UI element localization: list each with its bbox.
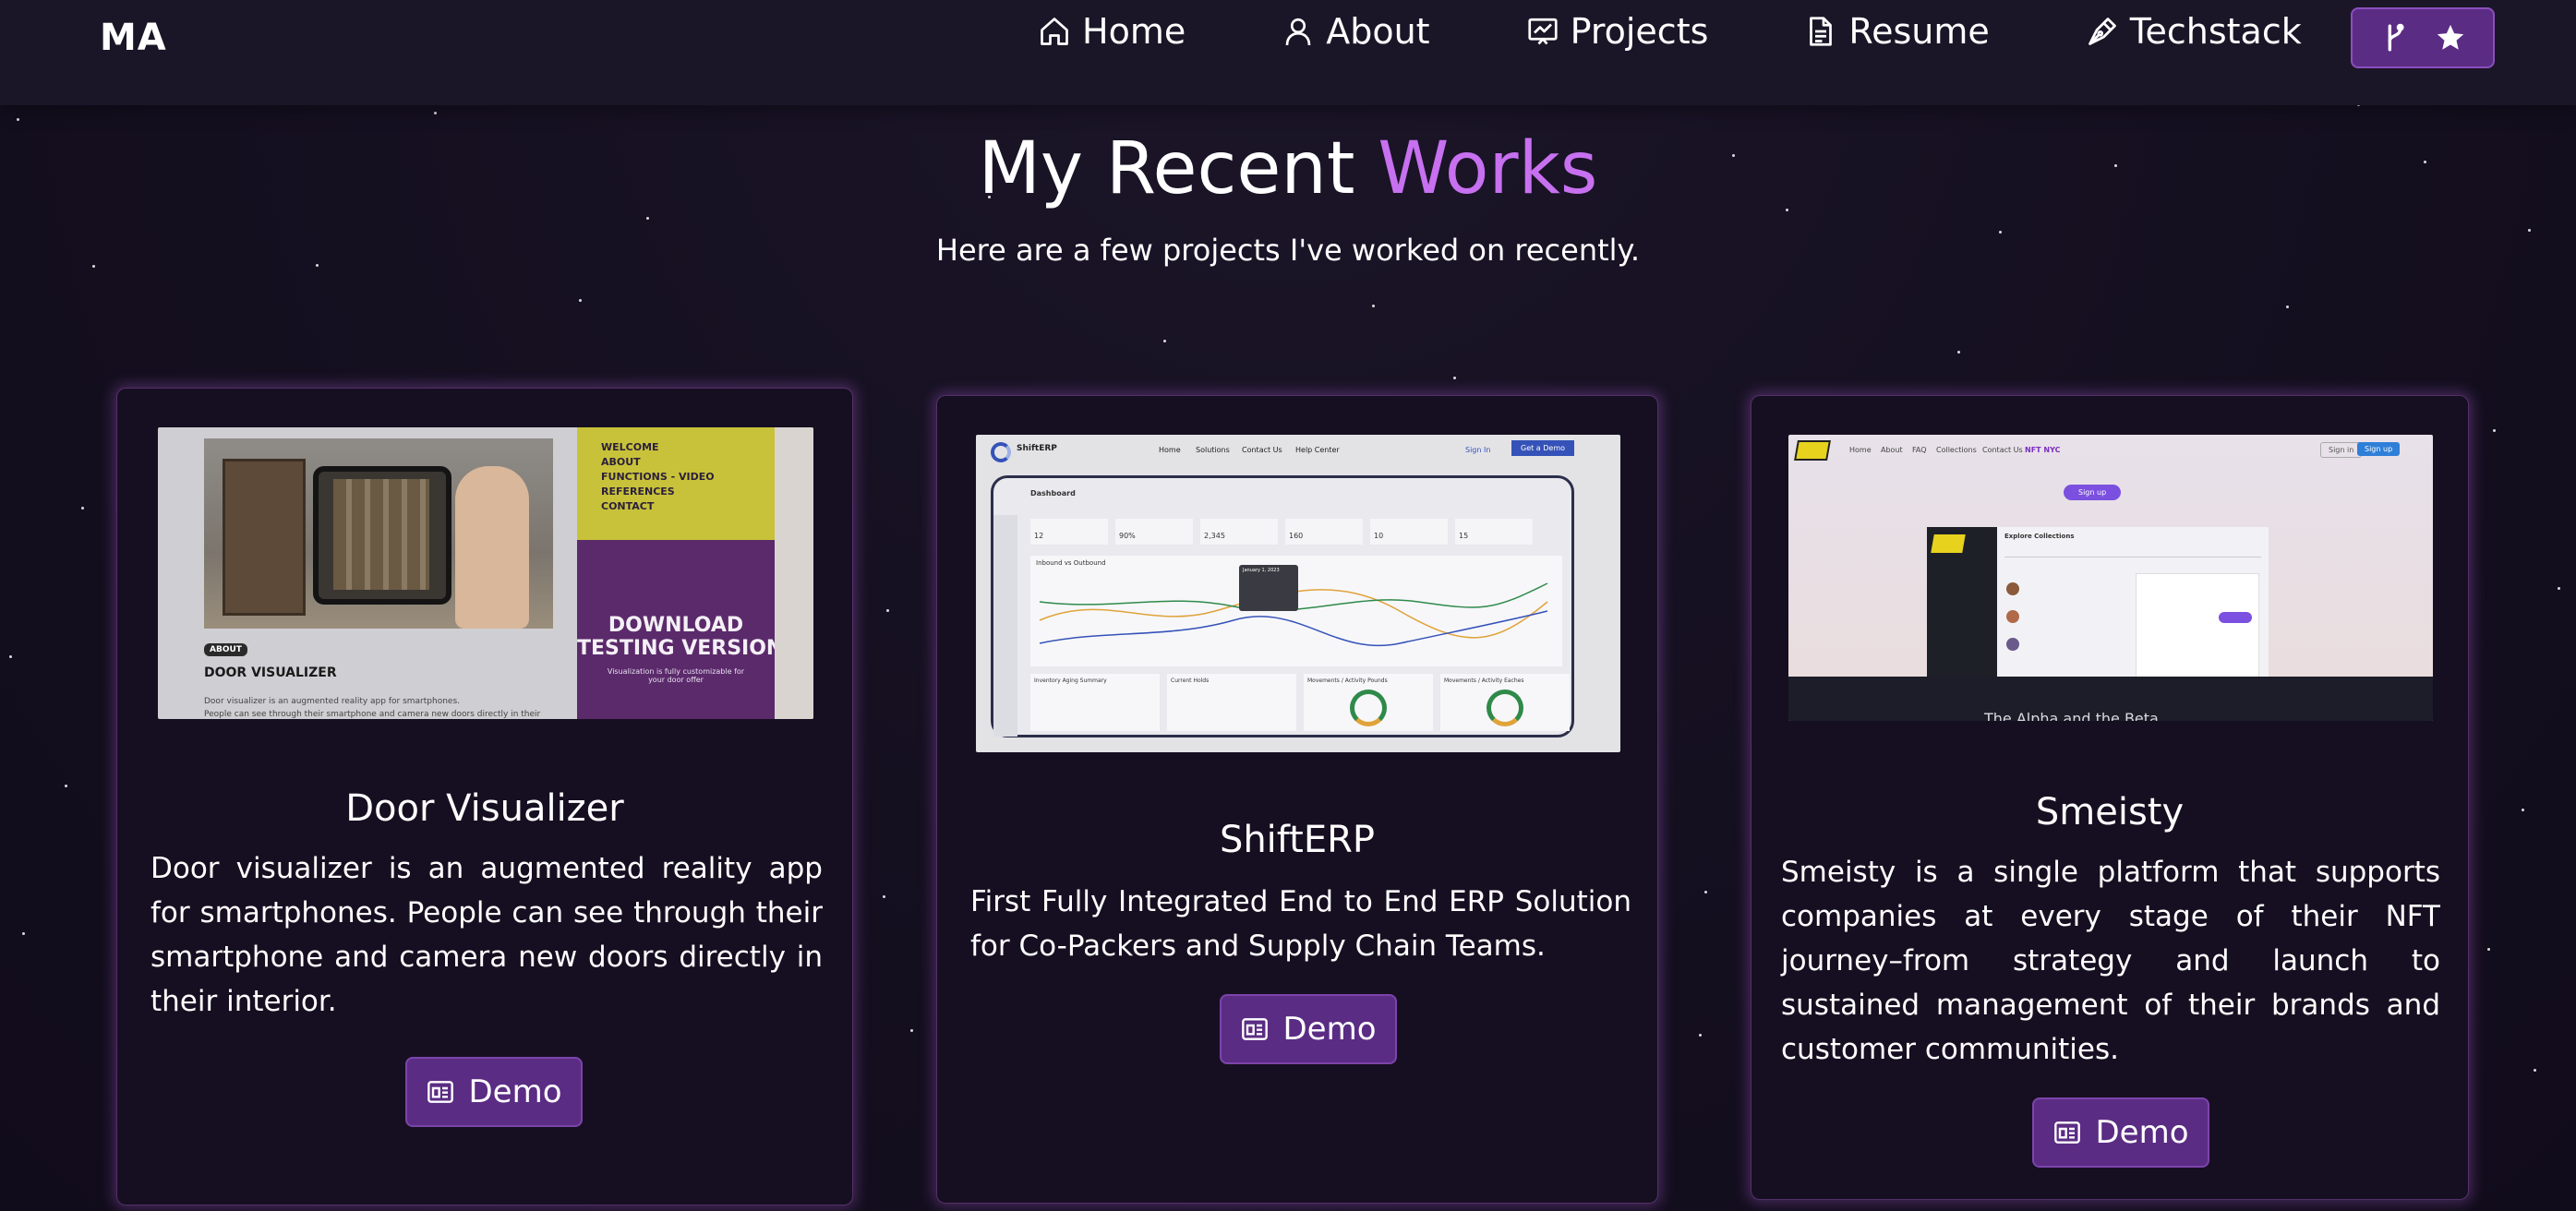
pen-nib-icon [2088,18,2116,45]
project-title: ShiftERP [1219,819,1376,861]
preview-panel-title: Inventory Aging Summary [1034,677,1107,684]
preview-menu-item: CONTACT [601,500,655,512]
nav-item-resume[interactable]: Resume [1804,11,1990,52]
preview-body-line: Door visualizer is an augmented reality … [204,697,460,706]
page-title-accent: Works [1378,127,1598,210]
preview-dashboard-title: Dashboard [1030,489,1076,498]
nav-item-about[interactable]: About [1282,11,1430,52]
nav-item-techstack[interactable]: Techstack [2086,11,2302,52]
about-badge: ABOUT [204,643,247,656]
preview-stat: 15 [1459,532,1469,540]
nav-item-home[interactable]: Home [1038,11,1186,52]
project-card-shifterp: ShiftERP Home Solutions Contact Us Help … [936,395,1658,1204]
project-description: Door visualizer is an augmented reality … [150,852,823,1018]
preview-nav-item: Contact Us [1242,446,1282,454]
nav-item-label: Projects [1570,11,1709,52]
demo-button[interactable]: Demo [1220,994,1397,1064]
preview-menu-item: REFERENCES [601,486,675,498]
preview-menu-item: FUNCTIONS - VIDEO [601,471,715,483]
demo-button-label: Demo [2095,1114,2189,1151]
preview-caption: The Alpha and the Beta [1984,710,2159,721]
nav-item-label: About [1326,11,1430,52]
nav-item-label: Home [1082,11,1186,52]
git-fork-icon [2388,23,2404,52]
preview-nav-item: Home [1159,446,1181,454]
preview-nav-item: FAQ [1912,446,1927,454]
project-description: First Fully Integrated End to End ERP So… [970,885,1631,963]
promo-title: DOWNLOAD [608,614,744,637]
project-description: Smeisty is a single platform that suppor… [1781,856,2440,1066]
star-icon [2437,24,2464,50]
page-title-main: My Recent [978,127,1355,210]
project-preview-image: ShiftERP Home Solutions Contact Us Help … [976,435,1620,752]
promo-title: TESTING VERSION [577,637,784,660]
preview-nav-item: Collections [1936,446,1977,454]
project-title: Smeisty [2035,791,2185,833]
presentation-chart-icon [1527,18,1558,45]
preview-brand-logo [991,442,1011,462]
demo-button[interactable]: Demo [2032,1097,2209,1168]
promo-subtitle: Visualization is fully customizable for … [607,667,745,684]
demo-button[interactable]: Demo [405,1057,583,1127]
preview-nav-item: Home [1849,446,1872,454]
preview-menu-item: WELCOME [601,441,659,453]
nav-item-projects[interactable]: Projects [1526,11,1709,52]
home-icon [1041,18,1068,45]
preview-menu-panel: WELCOME ABOUT FUNCTIONS - VIDEO REFERENC… [577,427,775,540]
demo-icon [2054,1121,2081,1144]
preview-nav-item: Contact Us [1982,446,2023,454]
preview-stat: 2,345 [1204,532,1225,540]
preview-nav-item: About [1881,446,1903,454]
preview-nav-item: Solutions [1196,446,1230,454]
preview-sign-in: Sign in [2320,442,2363,458]
nav-item-label: Resume [1848,11,1990,52]
demo-button-label: Demo [1282,1011,1377,1048]
preview-promo-panel: DOWNLOAD TESTING VERSION Visualization i… [577,540,784,719]
demo-icon [427,1081,454,1103]
preview-stat: 160 [1289,532,1304,540]
preview-stat: 10 [1374,532,1384,540]
preview-sign-up: Sign up [2357,442,2401,456]
project-preview-image: ABOUT DOOR VISUALIZER Door visualizer is… [158,427,813,719]
top-navbar: MA Home About Projects Resume Techstack [0,0,2576,105]
room-photo [204,438,553,629]
preview-panel-title: Explore Collections [2004,533,2075,540]
preview-nav-item: NFT NYC [2025,446,2061,454]
preview-stat: 90% [1119,532,1136,540]
nav-item-label: Techstack [2129,11,2302,52]
preview-panel-title: Movements / Activity Eaches [1444,677,1524,684]
nav-links: Home About Projects Resume Techstack [1038,11,2302,52]
page-subtitle: Here are a few projects I've worked on r… [935,233,1641,268]
preview-panel-title: Current Holds [1171,677,1210,684]
github-fork-star-button[interactable] [2351,7,2495,68]
project-preview-image: Home About FAQ Collections Contact Us NF… [1788,435,2433,721]
preview-hero-button: Sign up [2064,485,2122,500]
project-card-door-visualizer: ABOUT DOOR VISUALIZER Door visualizer is… [116,388,853,1205]
preview-body-line: People can see through their smartphone … [204,710,541,719]
preview-tooltip-date: January 1, 2023 [1243,568,1280,573]
preview-dashboard: Dashboard 12 90% 2,345 160 10 15 Inbound… [991,475,1574,737]
user-icon [1285,18,1311,46]
preview-brand: ShiftERP [1017,444,1057,453]
preview-nav-item: Help Center [1295,446,1340,454]
preview-menu-item: ABOUT [601,456,641,468]
project-card-smeisty: Home About FAQ Collections Contact Us NF… [1751,395,2469,1200]
preview-sign-in: Sign In [1465,446,1491,454]
project-title: Door Visualizer [345,787,624,830]
preview-cta: Get a Demo [1511,440,1575,456]
demo-button-label: Demo [468,1073,562,1110]
preview-logo [1794,440,1831,461]
preview-panel-title: Movements / Activity Pounds [1307,677,1388,684]
preview-stat: 12 [1034,532,1044,540]
preview-heading: DOOR VISUALIZER [204,665,337,680]
page-title: My Recent Works [0,127,2576,210]
preview-tooltip: January 1, 2023 [1239,565,1298,611]
demo-icon [1242,1018,1269,1040]
document-icon [1810,17,1833,46]
site-logo[interactable]: MA [100,17,167,59]
